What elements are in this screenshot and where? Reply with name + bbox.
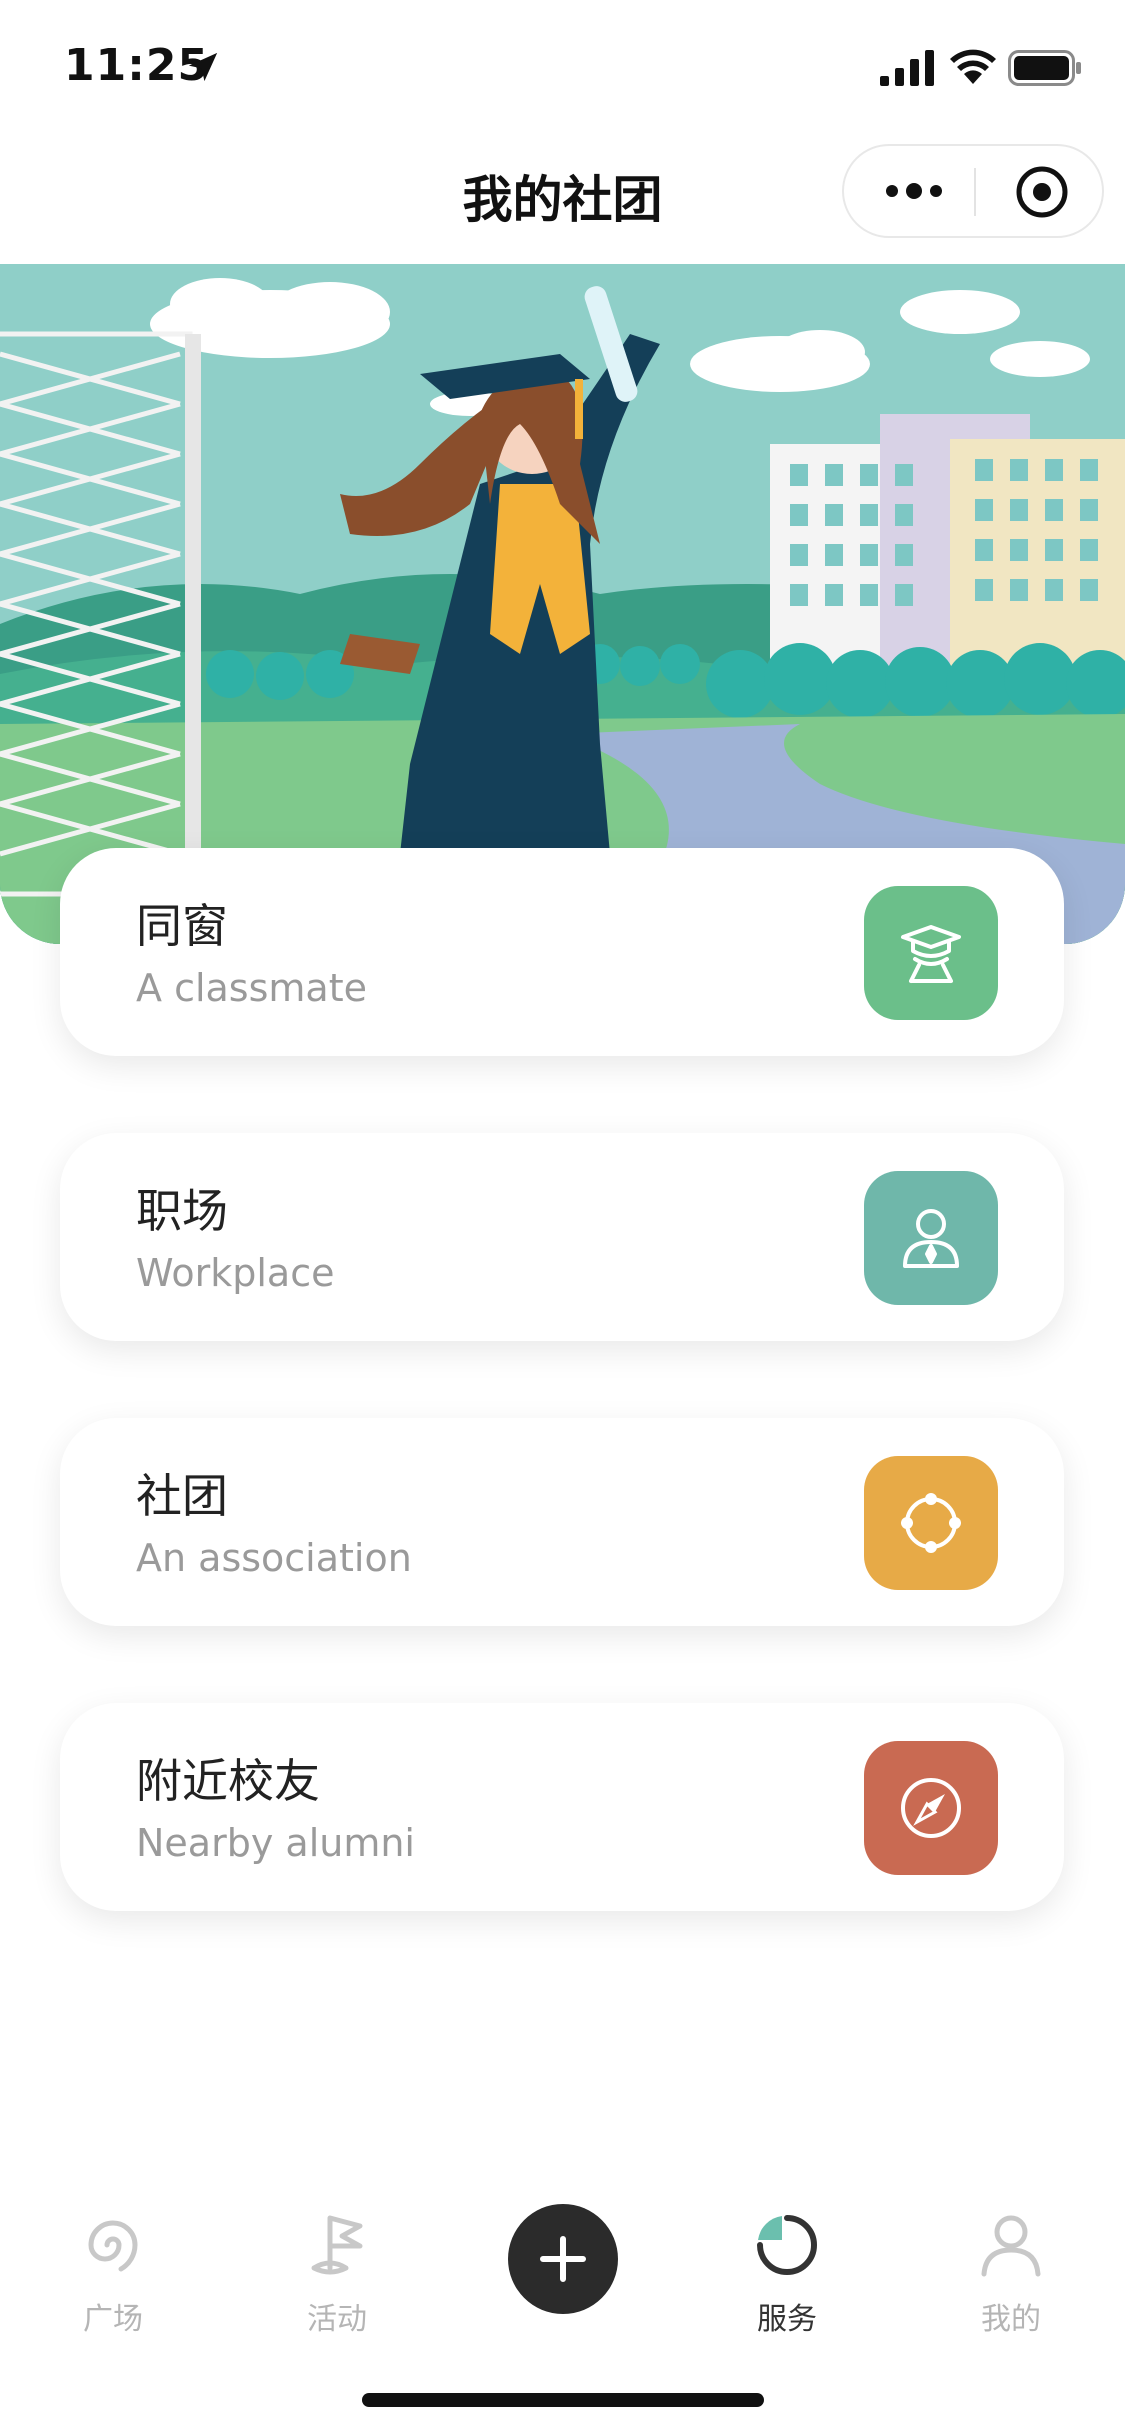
pie-service-icon — [757, 2215, 817, 2275]
tab-label: 广场 — [83, 2302, 143, 2337]
card-icon-tile — [864, 1456, 998, 1590]
banner-illustration — [0, 264, 1125, 944]
card-title: 职场 — [136, 1184, 228, 1238]
card-title: 社团 — [136, 1469, 228, 1523]
capsule-divider — [974, 168, 976, 216]
tab-square[interactable]: 广场 — [38, 2210, 188, 2350]
person-icon — [981, 2215, 1041, 2277]
tab-mine[interactable]: 我的 — [936, 2210, 1086, 2350]
card-icon-tile — [864, 1741, 998, 1875]
tab-label: 服务 — [757, 2302, 817, 2337]
wifi-icon — [950, 49, 996, 84]
add-button[interactable] — [508, 2204, 618, 2314]
card-subtitle: Workplace — [136, 1251, 335, 1295]
tab-label: 我的 — [981, 2302, 1041, 2337]
card-subtitle: A classmate — [136, 966, 367, 1010]
close-target-icon[interactable] — [1014, 164, 1070, 220]
compass-icon — [901, 1778, 961, 1838]
more-dots-icon[interactable] — [884, 176, 944, 206]
tab-service[interactable]: 服务 — [712, 2210, 862, 2350]
mini-program-capsule — [842, 144, 1104, 238]
battery-icon — [1008, 50, 1081, 86]
card-subtitle: Nearby alumni — [136, 1821, 415, 1865]
spiral-icon — [88, 2220, 138, 2272]
card-title: 同窗 — [136, 899, 228, 953]
signal-icon — [880, 50, 934, 86]
card-icon-tile — [864, 886, 998, 1020]
location-arrow-icon — [188, 52, 218, 82]
card-workplace[interactable]: 职场 Workplace — [60, 1133, 1064, 1341]
home-indicator — [362, 2393, 764, 2407]
graduate-icon — [901, 925, 961, 983]
card-title: 附近校友 — [136, 1754, 320, 1808]
tab-label: 活动 — [307, 2302, 367, 2337]
card-icon-tile — [864, 1171, 998, 1305]
tab-activity[interactable]: 活动 — [262, 2210, 412, 2350]
card-association[interactable]: 社团 An association — [60, 1418, 1064, 1626]
worker-icon — [903, 1209, 959, 1268]
card-classmate[interactable]: 同窗 A classmate — [60, 848, 1064, 1056]
card-nearby-alumni[interactable]: 附近校友 Nearby alumni — [60, 1703, 1064, 1911]
group-circle-icon — [901, 1493, 961, 1553]
plus-icon — [540, 2236, 586, 2282]
status-bar: 11:25 — [0, 0, 1125, 132]
card-subtitle: An association — [136, 1536, 412, 1580]
flag-icon — [311, 2215, 363, 2275]
